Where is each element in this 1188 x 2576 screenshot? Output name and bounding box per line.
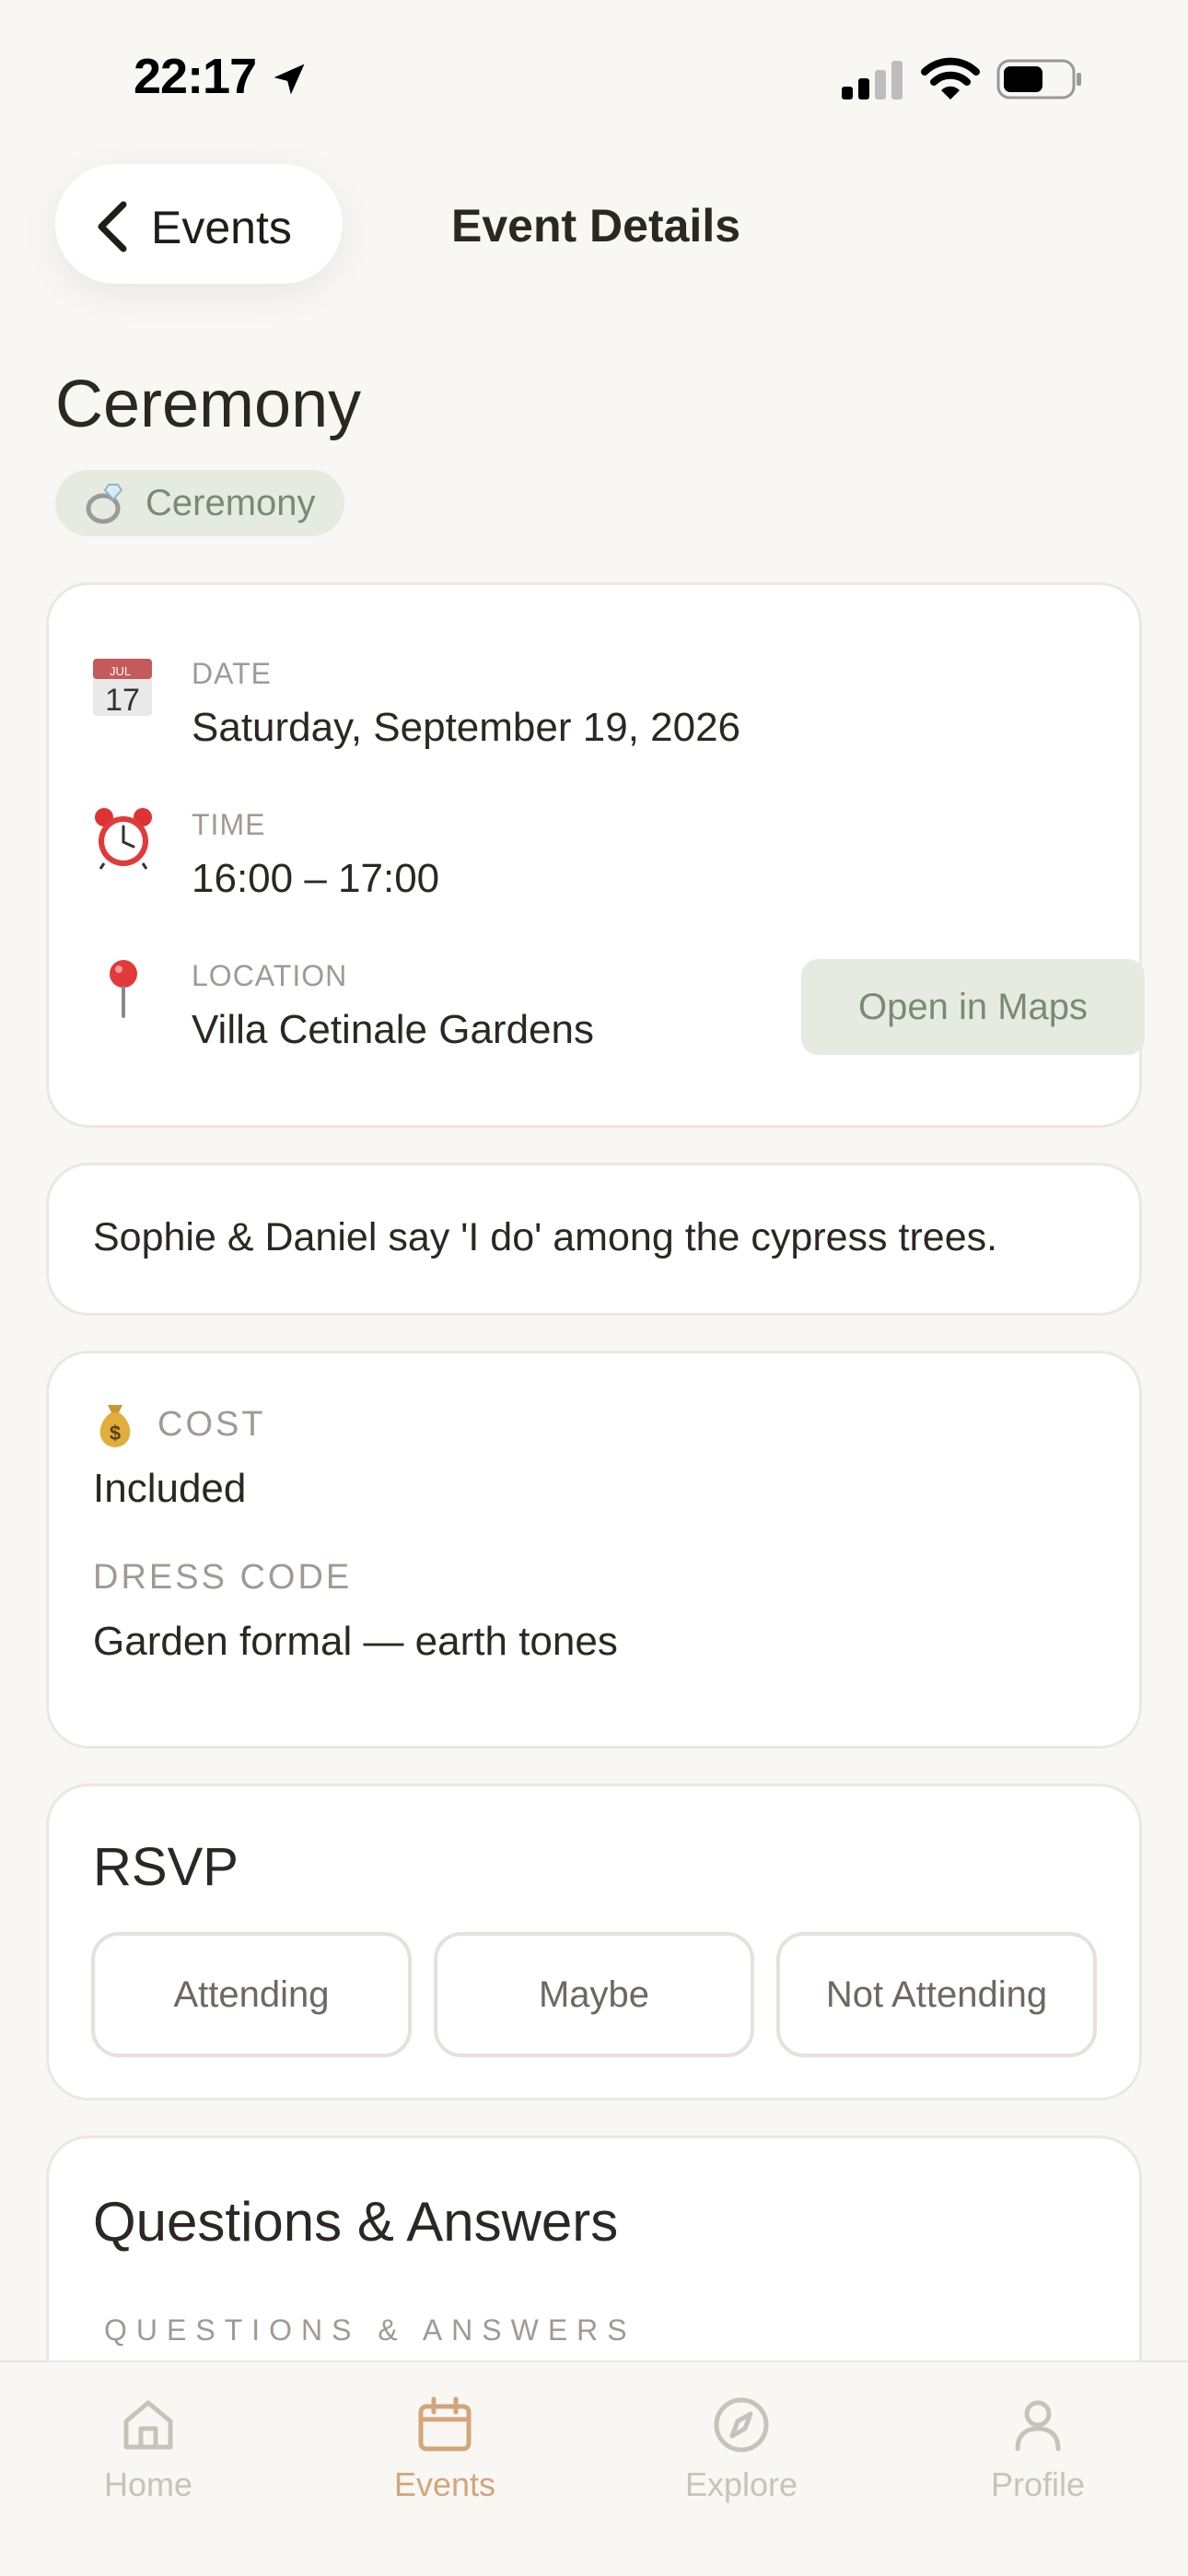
map-pin-icon	[110, 960, 137, 1018]
date-value: Saturday, September 19, 2026	[192, 705, 741, 750]
svg-text:JUL: JUL	[110, 664, 131, 678]
description-card: Sophie & Daniel say 'I do' among the cyp…	[46, 1163, 1142, 1316]
home-icon	[123, 2400, 173, 2450]
calendar-icon: JUL 17	[93, 659, 152, 718]
ring-icon	[86, 484, 123, 524]
location-arrow-icon	[274, 64, 305, 95]
event-details-screen: 22:17 Events Event Details Ceremony Cere…	[0, 0, 1188, 2576]
back-label: Events	[151, 202, 292, 253]
event-description: Sophie & Daniel say 'I do' among the cyp…	[93, 1215, 998, 1259]
back-button[interactable]: Events	[55, 164, 343, 284]
location-label: LOCATION	[192, 959, 348, 992]
category-chip: Ceremony	[55, 470, 344, 536]
cost-label: COST	[157, 1405, 266, 1444]
rsvp-not-attending-button[interactable]: Not Attending	[776, 1932, 1097, 2057]
alarm-clock-icon	[95, 808, 152, 870]
cellular-signal-icon	[842, 61, 903, 100]
time-label: TIME	[192, 808, 266, 841]
chevron-left-icon	[98, 201, 127, 252]
location-value: Villa Cetinale Gardens	[192, 1007, 594, 1052]
profile-icon	[1015, 2400, 1061, 2452]
tab-home-label: Home	[103, 2465, 193, 2503]
date-label: DATE	[192, 657, 272, 690]
category-label: Ceremony	[146, 483, 316, 523]
qa-section-label: QUESTIONS & ANSWERS	[104, 2313, 636, 2347]
rsvp-title: RSVP	[93, 1837, 239, 1897]
status-time: 22:17	[134, 49, 257, 104]
qa-title: Questions & Answers	[93, 2191, 619, 2253]
tab-explore[interactable]: Explore	[593, 2362, 890, 2576]
money-bag-icon: $	[99, 1405, 131, 1447]
open-in-maps-button[interactable]: Open in Maps	[801, 959, 1145, 1055]
tab-home[interactable]: Home	[0, 2362, 297, 2576]
tab-explore-label: Explore	[684, 2465, 798, 2503]
status-bar: 22:17	[0, 0, 1188, 157]
nav-title: Event Details	[451, 200, 741, 252]
svg-text:17: 17	[105, 683, 140, 718]
calendar-icon	[418, 2396, 472, 2452]
dress-code-value: Garden formal — earth tones	[93, 1619, 618, 1664]
tab-profile-label: Profile	[990, 2465, 1086, 2503]
rsvp-card: RSVP Attending Maybe Not Attending	[46, 1784, 1142, 2101]
battery-icon	[996, 59, 1081, 100]
cost-card: $ COST Included DRESS CODE Garden formal…	[46, 1351, 1142, 1749]
event-details-card: JUL 17 DATE Saturday, September 19, 2026…	[46, 582, 1145, 1128]
cost-value: Included	[93, 1466, 247, 1511]
rsvp-maybe-button[interactable]: Maybe	[434, 1932, 754, 2057]
wifi-icon	[921, 57, 980, 100]
tab-events[interactable]: Events	[297, 2362, 593, 2576]
tab-bar: Home Events Explore Profile	[0, 2360, 1188, 2576]
rsvp-attending-button[interactable]: Attending	[91, 1932, 412, 2057]
svg-text:$: $	[110, 1422, 121, 1445]
tab-profile[interactable]: Profile	[890, 2362, 1186, 2576]
dress-code-label: DRESS CODE	[93, 1558, 353, 1597]
time-value: 16:00 – 17:00	[192, 856, 440, 901]
page-title: Ceremony	[55, 368, 362, 441]
tab-events-label: Events	[393, 2465, 496, 2503]
compass-icon	[714, 2397, 769, 2453]
